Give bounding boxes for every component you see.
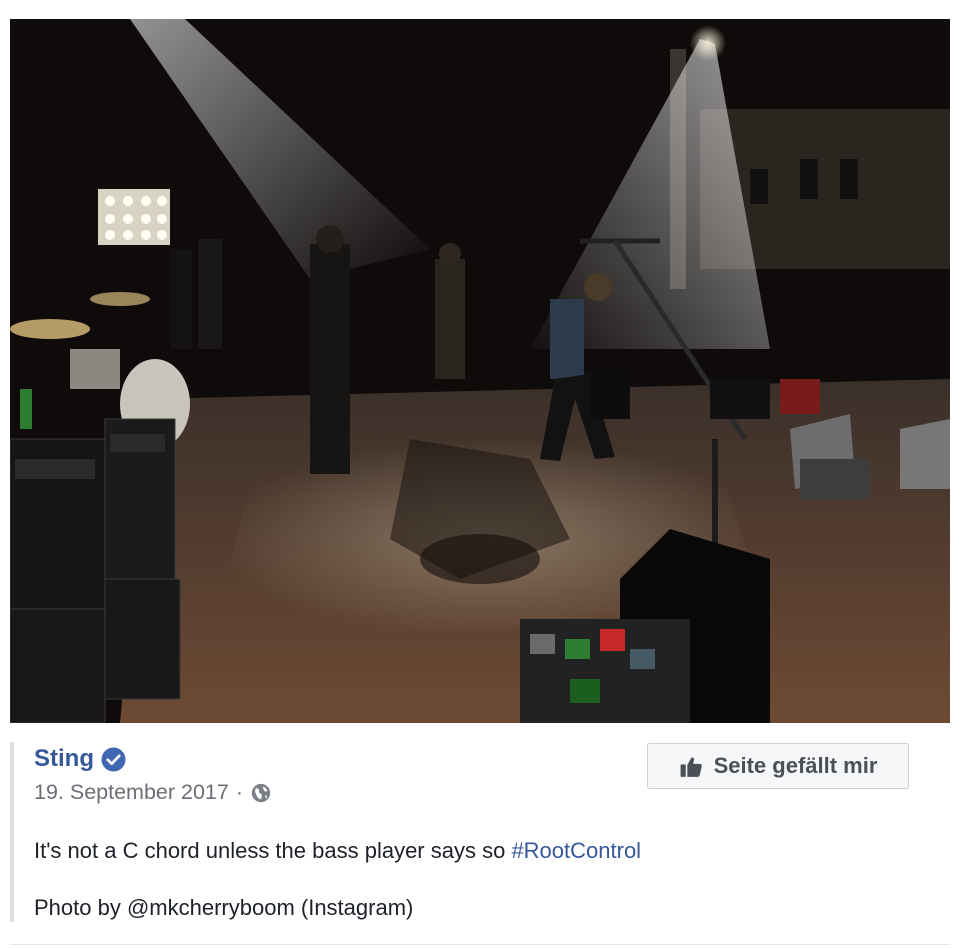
verified-badge-icon xyxy=(101,747,126,772)
post-date-link[interactable]: 19. September 2017 xyxy=(34,780,229,805)
like-page-button[interactable]: Seite gefällt mir xyxy=(647,743,909,789)
author-row: Sting xyxy=(34,745,126,773)
post-photo[interactable] xyxy=(10,19,950,723)
hashtag-link[interactable]: #RootControl xyxy=(511,838,641,863)
post-meta-row: 19. September 2017 · xyxy=(34,780,272,805)
thumbs-up-icon xyxy=(679,754,704,779)
photo-credit: Photo by @mkcherryboom (Instagram) xyxy=(34,895,414,920)
caption-text: It's not a C chord unless the bass playe… xyxy=(34,838,512,863)
post-caption: It's not a C chord unless the bass playe… xyxy=(34,838,641,864)
globe-icon[interactable] xyxy=(250,782,272,804)
divider xyxy=(10,944,950,945)
meta-separator: · xyxy=(235,780,244,804)
author-name-link[interactable]: Sting xyxy=(34,745,94,773)
like-button-label: Seite gefällt mir xyxy=(713,753,878,778)
